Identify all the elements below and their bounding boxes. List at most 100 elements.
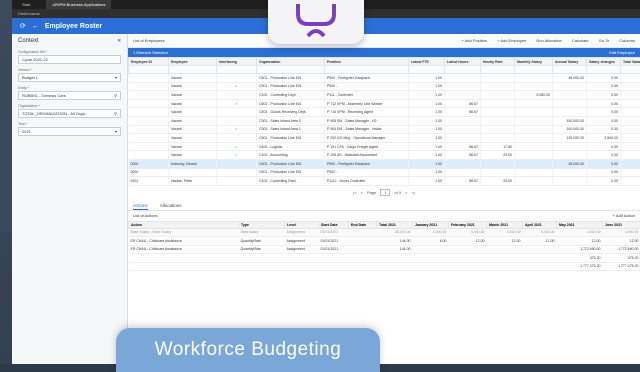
organization-select[interactable]: TOTAL_ORGANIZATION - All Orga...⚲	[18, 109, 121, 118]
table-cell	[445, 168, 481, 177]
grid-column-header[interactable]: Total Salary	[621, 58, 640, 66]
actions-column-header[interactable]: February 2021	[449, 221, 487, 228]
goto-button[interactable]: Go To	[599, 38, 610, 43]
actions-cell	[449, 262, 487, 271]
back-arrow-icon[interactable]: ←	[32, 23, 39, 30]
table-row[interactable]: 9101Hautse, PeterC102 - Controlling Dept…	[129, 177, 640, 186]
edit-employee-button[interactable]: Edit Employee	[609, 48, 635, 57]
table-cell: 1.00	[409, 151, 445, 160]
table-row[interactable]: VacantC301 - Sales Inland Area 2P 405 SM…	[129, 116, 640, 125]
table-cell: 0.00	[587, 125, 621, 134]
table-row[interactable]: Vacant✓C501 - Production Line 501P500 -1…	[129, 82, 640, 91]
grid-column-header[interactable]: Organization	[257, 58, 325, 66]
grid-filter-cell[interactable]	[169, 66, 217, 74]
page-input[interactable]: 1	[380, 189, 390, 196]
grid-column-header[interactable]: Interfacing	[217, 58, 257, 66]
actions-column-header[interactable]: End Date	[349, 221, 377, 228]
actions-column-header[interactable]: April 2021	[523, 221, 557, 228]
calculate-button[interactable]: Calculate	[572, 38, 589, 43]
grid-column-header[interactable]: Latest Hours	[445, 58, 481, 66]
version-select[interactable]: Budget 1▾	[18, 73, 121, 82]
add-action-button[interactable]: + Add Action	[613, 213, 635, 218]
table-cell	[621, 116, 640, 125]
grid-column-header[interactable]: Employee ID	[129, 58, 169, 66]
table-row[interactable]: Vacant✓C402 - LogisticP 151 CFA - Cargo …	[129, 142, 640, 151]
actions-cell	[285, 254, 319, 263]
tab-allocations[interactable]: Allocations	[160, 200, 182, 210]
grid-column-header[interactable]: Hourly Rate	[481, 58, 515, 66]
first-page-icon[interactable]: |<	[353, 190, 356, 195]
refresh-icon[interactable]: ⟳	[20, 22, 26, 30]
actions-row[interactable]: 1,777,275.201,777,275.20	[129, 262, 640, 271]
table-cell	[481, 82, 515, 91]
actions-row[interactable]: ER CHAU - Childcare AssistanceQuantityRa…	[129, 245, 640, 254]
selection-count: 1 Element Selected	[133, 48, 168, 57]
grid-column-header[interactable]: Monthly Salary	[515, 58, 553, 66]
prev-page-icon[interactable]: <	[361, 190, 363, 195]
actions-column-header[interactable]: Level	[285, 221, 319, 228]
grid-filter-cell[interactable]	[325, 66, 409, 74]
actions-column-header[interactable]: May 2021	[557, 221, 603, 228]
actions-cell	[487, 254, 523, 263]
table-row[interactable]: VacantC403 - Goods Receiving Dept.P 710 …	[129, 108, 640, 117]
grid-filter-cell[interactable]	[553, 66, 587, 74]
actions-column-header[interactable]: Total 2021	[377, 221, 413, 228]
browser-tab-start[interactable]: Start	[16, 2, 36, 7]
actions-row[interactable]: Base Salary - Base SalaryBaseSalaryAssig…	[129, 228, 640, 237]
table-cell: Vacant	[169, 108, 217, 117]
grid-filter-cell[interactable]	[129, 66, 169, 74]
table-row[interactable]: Vacant✓C101 - AccountingP 105 AS - Assis…	[129, 151, 640, 160]
actions-column-header[interactable]: March 2021	[487, 221, 523, 228]
actions-column-header[interactable]: Start Date	[319, 221, 349, 228]
table-cell	[481, 74, 515, 83]
collapse-icon[interactable]: «	[118, 38, 121, 44]
actions-column-header[interactable]: Action	[129, 221, 239, 228]
actions-column-header[interactable]: Type	[239, 221, 285, 228]
actions-column-header[interactable]: June 2021	[603, 221, 640, 228]
table-row[interactable]: Vacant✓C301 - Sales Inland Area 1P 404 S…	[129, 125, 640, 134]
table-cell	[129, 82, 169, 91]
grid-filter-cell[interactable]	[515, 66, 553, 74]
grid-column-header[interactable]: Position	[325, 58, 409, 66]
columns-button[interactable]: Columns	[619, 38, 635, 43]
page-label: Page	[367, 190, 376, 195]
table-row[interactable]: VacantC102 - Controlling Dept.P111 - Con…	[129, 91, 640, 100]
next-page-icon[interactable]: >	[405, 190, 407, 195]
table-cell: C402 - Logistic	[257, 142, 325, 151]
entity-select[interactable]: RUBBS1 - Genesis Cars⚲	[18, 91, 121, 100]
browser-tab-app[interactable]: d2SPM Business Applications	[46, 0, 111, 9]
grid-column-header[interactable]: Latest FTE	[409, 58, 445, 66]
add-employee-button[interactable]: + Add Employee	[497, 38, 526, 43]
table-cell	[217, 108, 257, 117]
tab-actions[interactable]: Actions	[133, 200, 148, 210]
pager: |< < Page 1 of 9 > >|	[128, 186, 640, 200]
table-row[interactable]: VacantC501 - Production Line 501P500 - F…	[129, 74, 640, 83]
year-select[interactable]: 2021▾	[18, 127, 121, 136]
actions-cell: 12.00	[557, 237, 603, 246]
actions-row[interactable]: 475.20475.20	[129, 254, 640, 263]
grid-filter-cell[interactable]	[587, 66, 621, 74]
table-row[interactable]: 0000Kobecky, DineshC501 - Production Lin…	[129, 159, 640, 168]
grid-column-header[interactable]: Annual Salary	[553, 58, 587, 66]
table-row[interactable]: 9000C501 - Production Line 501P500 -1.00…	[129, 168, 640, 177]
grid-filter-cell[interactable]	[621, 66, 640, 74]
run-allocation-button[interactable]: Run Allocation	[536, 38, 562, 43]
table-cell	[445, 159, 481, 168]
table-row[interactable]: Vacant✓C501 - Production Line 501P 712 V…	[129, 99, 640, 108]
grid-filter-cell[interactable]	[257, 66, 325, 74]
actions-row[interactable]: ER CHAU - Childcare AssistanceQuantityRa…	[129, 237, 640, 246]
add-position-button[interactable]: + Add Position	[461, 38, 487, 43]
grid-filter-cell[interactable]	[481, 66, 515, 74]
actions-cell	[413, 254, 449, 263]
grid-filter-cell[interactable]	[217, 66, 257, 74]
actions-column-header[interactable]: January 2021	[413, 221, 449, 228]
grid-filter-cell[interactable]	[409, 66, 445, 74]
grid-filter-cell[interactable]	[445, 66, 481, 74]
table-row[interactable]: VacantC501 - Production Line 501P 202 GO…	[129, 134, 640, 143]
config-set-select[interactable]: Cycle 2021-22	[18, 55, 121, 64]
last-page-icon[interactable]: >|	[411, 190, 414, 195]
actions-cell: 01/01/2021	[319, 237, 349, 246]
grid-column-header[interactable]: Salary changes	[587, 58, 621, 66]
table-cell	[129, 91, 169, 100]
grid-column-header[interactable]: Employee	[169, 58, 217, 66]
